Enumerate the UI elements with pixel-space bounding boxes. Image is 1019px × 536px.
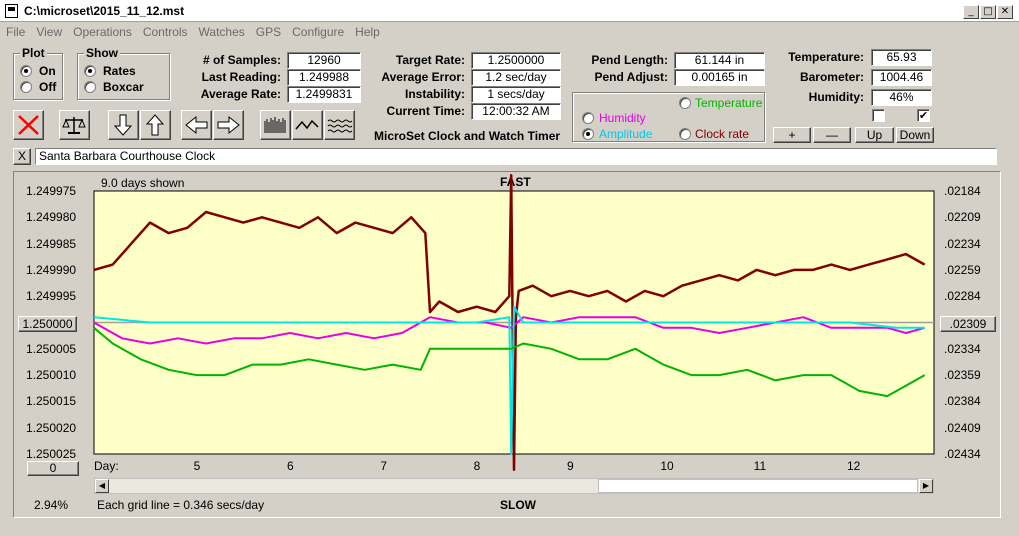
day-axis-label: Day: — [94, 459, 119, 473]
y-left-tick-label: 1.250020 — [26, 420, 77, 435]
center-left-value-button[interactable]: 1.250000 — [18, 316, 77, 332]
x-tick-label: 12 — [847, 459, 861, 473]
x-tick-label: 6 — [287, 459, 294, 473]
x-tick-label: 9 — [567, 459, 574, 473]
horizontal-scrollbar[interactable]: ◀ ▶ — [94, 478, 934, 494]
zero-button[interactable]: 0 — [27, 461, 79, 476]
y-left-tick-label: 1.250010 — [26, 368, 77, 383]
y-left-tick-label: 1.250015 — [26, 394, 77, 409]
y-right-tick-label: .02334 — [944, 341, 981, 356]
center-right-value-button[interactable]: .02309 — [940, 316, 996, 332]
y-right-tick-label: .02359 — [944, 368, 981, 383]
y-left-tick-label: 1.249985 — [26, 236, 77, 251]
y-left-tick-label: 1.249975 — [26, 184, 77, 198]
y-right-tick-label: .02184 — [944, 184, 981, 198]
rate-chart — [93, 173, 935, 472]
x-tick-label: 8 — [473, 459, 481, 473]
y-right-tick-label: .02259 — [944, 262, 981, 277]
x-tick-label: 5 — [193, 459, 201, 473]
y-left-tick-label: 1.249995 — [26, 289, 77, 304]
y-left-tick-label: 1.249980 — [26, 210, 77, 225]
y-right-tick-label: .02409 — [944, 420, 981, 435]
x-tick-label: 7 — [380, 459, 388, 473]
y-right-tick-label: .02234 — [944, 236, 981, 251]
y-right-tick-label: .02384 — [944, 394, 981, 409]
y-right-tick-label: .02434 — [944, 447, 981, 461]
y-right-tick-label: .02284 — [944, 289, 981, 304]
y-left-tick-label: 1.250005 — [26, 341, 77, 356]
x-tick-label: 11 — [753, 459, 767, 473]
scroll-thumb[interactable] — [598, 479, 918, 493]
y-left-tick-label: 1.249990 — [26, 262, 77, 277]
grid-line-note: Each grid line = 0.346 secs/day — [97, 498, 265, 512]
scroll-right-arrow[interactable]: ▶ — [919, 479, 933, 493]
x-tick-label: 10 — [660, 459, 674, 473]
y-right-tick-label: .02209 — [944, 210, 981, 225]
percent-readout: 2.94% — [34, 498, 69, 512]
y-left-tick-label: 1.250025 — [26, 447, 77, 461]
scroll-left-arrow[interactable]: ◀ — [95, 479, 109, 493]
